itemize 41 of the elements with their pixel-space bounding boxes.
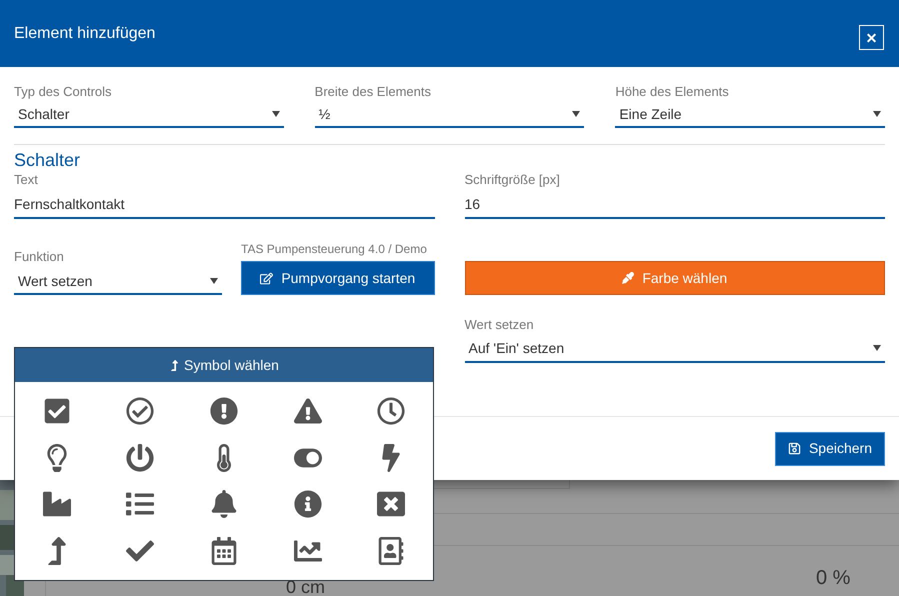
save-icon [788,442,801,455]
input-field[interactable]: Fernschaltkontakt [14,191,434,219]
bell-icon[interactable] [210,490,238,518]
caret-icon [872,111,881,117]
field-label: Breite des Elements [314,84,432,100]
close-button[interactable]: × [859,25,884,50]
start-pump-button[interactable]: Pumpvorgang starten [241,261,434,295]
field-label: Höhe des Elements [615,84,730,100]
warning-icon[interactable] [294,397,322,426]
save-button[interactable]: Speichern [774,432,885,466]
caret-icon [572,111,580,117]
field-label: Schriftgröße [px] [464,172,561,188]
input-field[interactable]: 16 [464,191,885,219]
reading-text: 0 % [816,566,850,590]
field-label: Funktion [14,249,65,265]
checkbox-icon[interactable] [42,397,71,426]
choose-symbol-button[interactable]: Symbol wählen [15,348,433,382]
level-up-arrow-icon [169,360,180,370]
select-field[interactable]: Eine Zeile [615,102,885,128]
field-label: TAS Pumpensteuerung 4.0 / Demo [241,241,428,257]
info-icon[interactable] [294,490,322,518]
select-field[interactable]: Wert setzen [14,269,222,295]
field-label: Wert setzen [464,317,535,333]
edit-icon [260,272,274,284]
select-field[interactable]: Schalter [14,102,284,128]
field-label: Typ des Controls [14,84,113,100]
section-title: Schalter [14,150,82,170]
clock-icon[interactable] [377,397,406,426]
eyedropper-icon [622,272,634,284]
caret-icon [272,111,280,117]
field-label: Text [14,172,39,188]
power-icon[interactable] [126,444,154,472]
factory-icon[interactable] [42,490,71,518]
reading-text: 0 cm [286,578,326,596]
list-icon[interactable] [126,490,154,518]
calendar-icon[interactable] [210,536,238,565]
select-field[interactable]: ½ [314,102,584,128]
caret-icon [210,278,218,284]
dialog-title: Element hinzufügen [14,24,156,44]
select-field[interactable]: Auf 'Ein' setzen [464,335,885,363]
caret-icon [873,345,881,351]
